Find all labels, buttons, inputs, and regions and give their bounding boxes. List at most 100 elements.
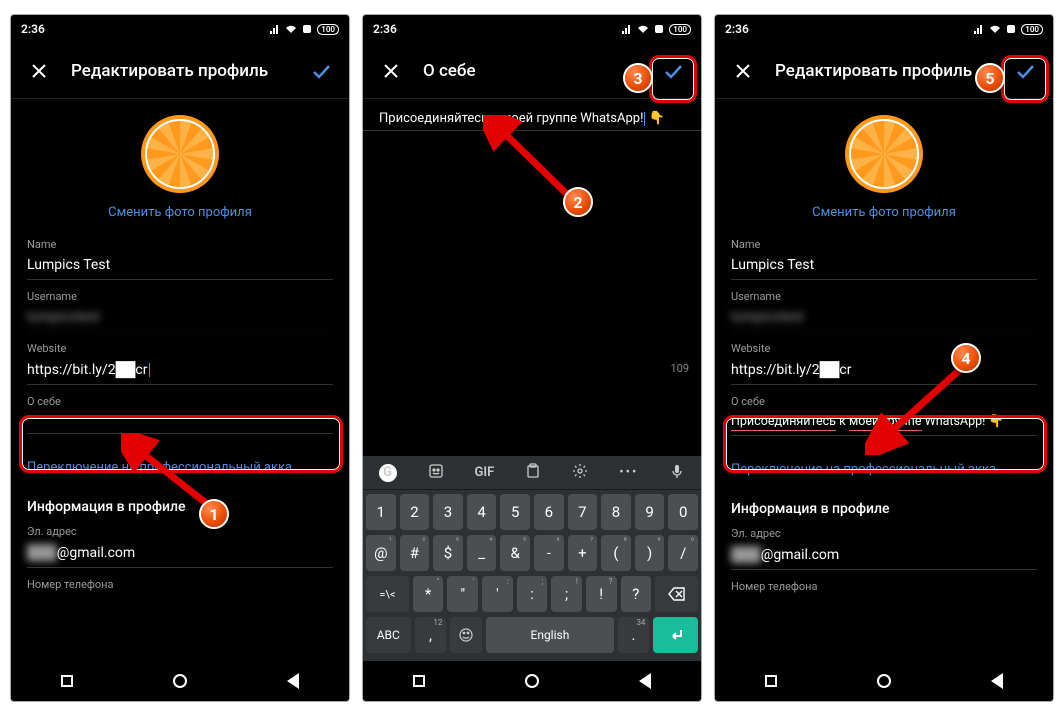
battery-icon: 100 [1021, 24, 1043, 35]
signal-icon [269, 23, 281, 35]
close-button[interactable] [723, 51, 763, 91]
key-([interactable]: (⁸ [601, 535, 631, 571]
home-button[interactable] [173, 674, 187, 688]
key-?[interactable]: ? [621, 576, 652, 612]
confirm-button[interactable] [301, 51, 341, 91]
profile-info-title: Информация в профиле [731, 501, 1037, 517]
enter-key[interactable] [653, 617, 698, 653]
keyboard[interactable]: G GIF ••• 1234567890 @¹#²$³_⁴&⁵-⁶+⁷(⁸)⁹/… [363, 456, 701, 661]
period-key[interactable]: .34 [618, 617, 650, 653]
android-nav [715, 661, 1053, 701]
key-5[interactable]: 5 [500, 494, 530, 530]
more-icon[interactable]: ••• [619, 465, 638, 480]
key-'[interactable]: ': [482, 576, 513, 612]
key-1[interactable]: 1 [366, 494, 396, 530]
key-0[interactable]: 0 [668, 494, 698, 530]
key-+[interactable]: +⁷ [568, 535, 598, 571]
sticker-icon[interactable] [428, 463, 444, 483]
comma-key[interactable]: ,12 [415, 617, 447, 653]
key-;[interactable]: ;! [551, 576, 582, 612]
backspace-key[interactable] [655, 576, 698, 612]
battery-icon: 100 [669, 24, 691, 35]
key-"[interactable]: "' [447, 576, 478, 612]
email-input[interactable]: ███@gmail.com [731, 540, 1037, 570]
gif-button[interactable]: GIF [475, 465, 495, 480]
name-label: Name [731, 238, 1037, 251]
space-key[interactable]: English [486, 617, 613, 653]
clipboard-icon[interactable] [525, 463, 541, 483]
settings-icon[interactable] [572, 463, 588, 483]
phone-screen-3: 2:36 100 Редактировать профиль Сменить ф… [714, 14, 1054, 702]
recent-apps-button[interactable] [61, 675, 73, 687]
wifi-icon [637, 23, 649, 35]
key-![interactable]: !? [586, 576, 617, 612]
close-button[interactable] [371, 51, 411, 91]
back-button[interactable] [991, 673, 1003, 689]
confirm-button[interactable] [653, 51, 693, 91]
name-label: Name [27, 238, 333, 251]
abc-key[interactable]: ABC [366, 617, 411, 653]
phone-screen-2: 2:36 100 О себе Присоединяйтесь к моей г… [362, 14, 702, 702]
bio-label: О себе [731, 395, 1037, 408]
key-*[interactable]: *" [413, 576, 444, 612]
website-label: Website [731, 342, 1037, 355]
key--[interactable]: -⁶ [534, 535, 564, 571]
mic-icon[interactable] [669, 463, 685, 483]
key-6[interactable]: 6 [534, 494, 564, 530]
key-/[interactable]: /⁰ [668, 535, 698, 571]
back-button[interactable] [287, 673, 299, 689]
android-nav [11, 661, 349, 701]
google-icon[interactable]: G [379, 464, 397, 482]
key-@[interactable]: @¹ [366, 535, 396, 571]
avatar[interactable] [845, 115, 923, 193]
close-button[interactable] [19, 51, 59, 91]
key-2[interactable]: 2 [400, 494, 430, 530]
recent-apps-button[interactable] [413, 675, 425, 687]
confirm-button[interactable] [1005, 51, 1045, 91]
key-3[interactable]: 3 [433, 494, 463, 530]
website-input[interactable]: https://bit.ly/2██cr [731, 355, 1037, 385]
avatar[interactable] [141, 115, 219, 193]
key-8[interactable]: 8 [601, 494, 631, 530]
home-button[interactable] [525, 674, 539, 688]
bio-input[interactable]: Присоединяйтесь к моей группе WhatsApp! … [731, 408, 1037, 436]
bio-input[interactable] [27, 408, 333, 434]
phone-screen-1: 2:36 100 Редактировать профиль Сменить ф… [10, 14, 350, 702]
status-icons: 100 [973, 23, 1043, 35]
page-title: Редактировать профиль [775, 61, 993, 81]
key-&[interactable]: &⁵ [500, 535, 530, 571]
key-$[interactable]: $³ [433, 535, 463, 571]
username-input[interactable]: lumpicstest [27, 303, 333, 332]
home-button[interactable] [877, 674, 891, 688]
profile-info-title: Информация в профиле [27, 499, 333, 515]
recent-apps-button[interactable] [765, 675, 777, 687]
switch-pro-link[interactable]: Переключение на профессиональный акка... [27, 460, 333, 475]
username-label: Username [27, 290, 333, 303]
key-9[interactable]: 9 [635, 494, 665, 530]
profile-form: Сменить фото профиля Name Lumpics Test U… [715, 99, 1053, 601]
shift-key[interactable]: =\< [366, 576, 409, 612]
change-photo-link[interactable]: Сменить фото профиля [108, 205, 252, 220]
key-7[interactable]: 7 [568, 494, 598, 530]
bio-textarea[interactable]: Присоединяйтесь к моей группе WhatsApp! … [363, 99, 701, 131]
page-title: О себе [423, 61, 641, 81]
change-photo-link[interactable]: Сменить фото профиля [812, 205, 956, 220]
key-_[interactable]: _⁴ [467, 535, 497, 571]
email-input[interactable]: ███@gmail.com [27, 538, 333, 568]
key-:[interactable]: :; [517, 576, 548, 612]
app-bar: Редактировать профиль [11, 43, 349, 99]
name-input[interactable]: Lumpics Test [731, 251, 1037, 280]
status-icons: 100 [269, 23, 339, 35]
back-button[interactable] [639, 673, 651, 689]
key-#[interactable]: #² [400, 535, 430, 571]
keyboard-toolbar: G GIF ••• [363, 456, 701, 490]
key-)[interactable]: )⁹ [635, 535, 665, 571]
username-input[interactable]: lumpicstest [731, 303, 1037, 332]
website-input[interactable]: https://bit.ly/2██cr [27, 355, 333, 385]
phone-label: Номер телефона [27, 578, 333, 591]
key-4[interactable]: 4 [467, 494, 497, 530]
emoji-key[interactable] [450, 617, 482, 653]
switch-pro-link[interactable]: Переключение на профессиональный акка... [731, 462, 1037, 477]
website-label: Website [27, 342, 333, 355]
name-input[interactable]: Lumpics Test [27, 251, 333, 280]
